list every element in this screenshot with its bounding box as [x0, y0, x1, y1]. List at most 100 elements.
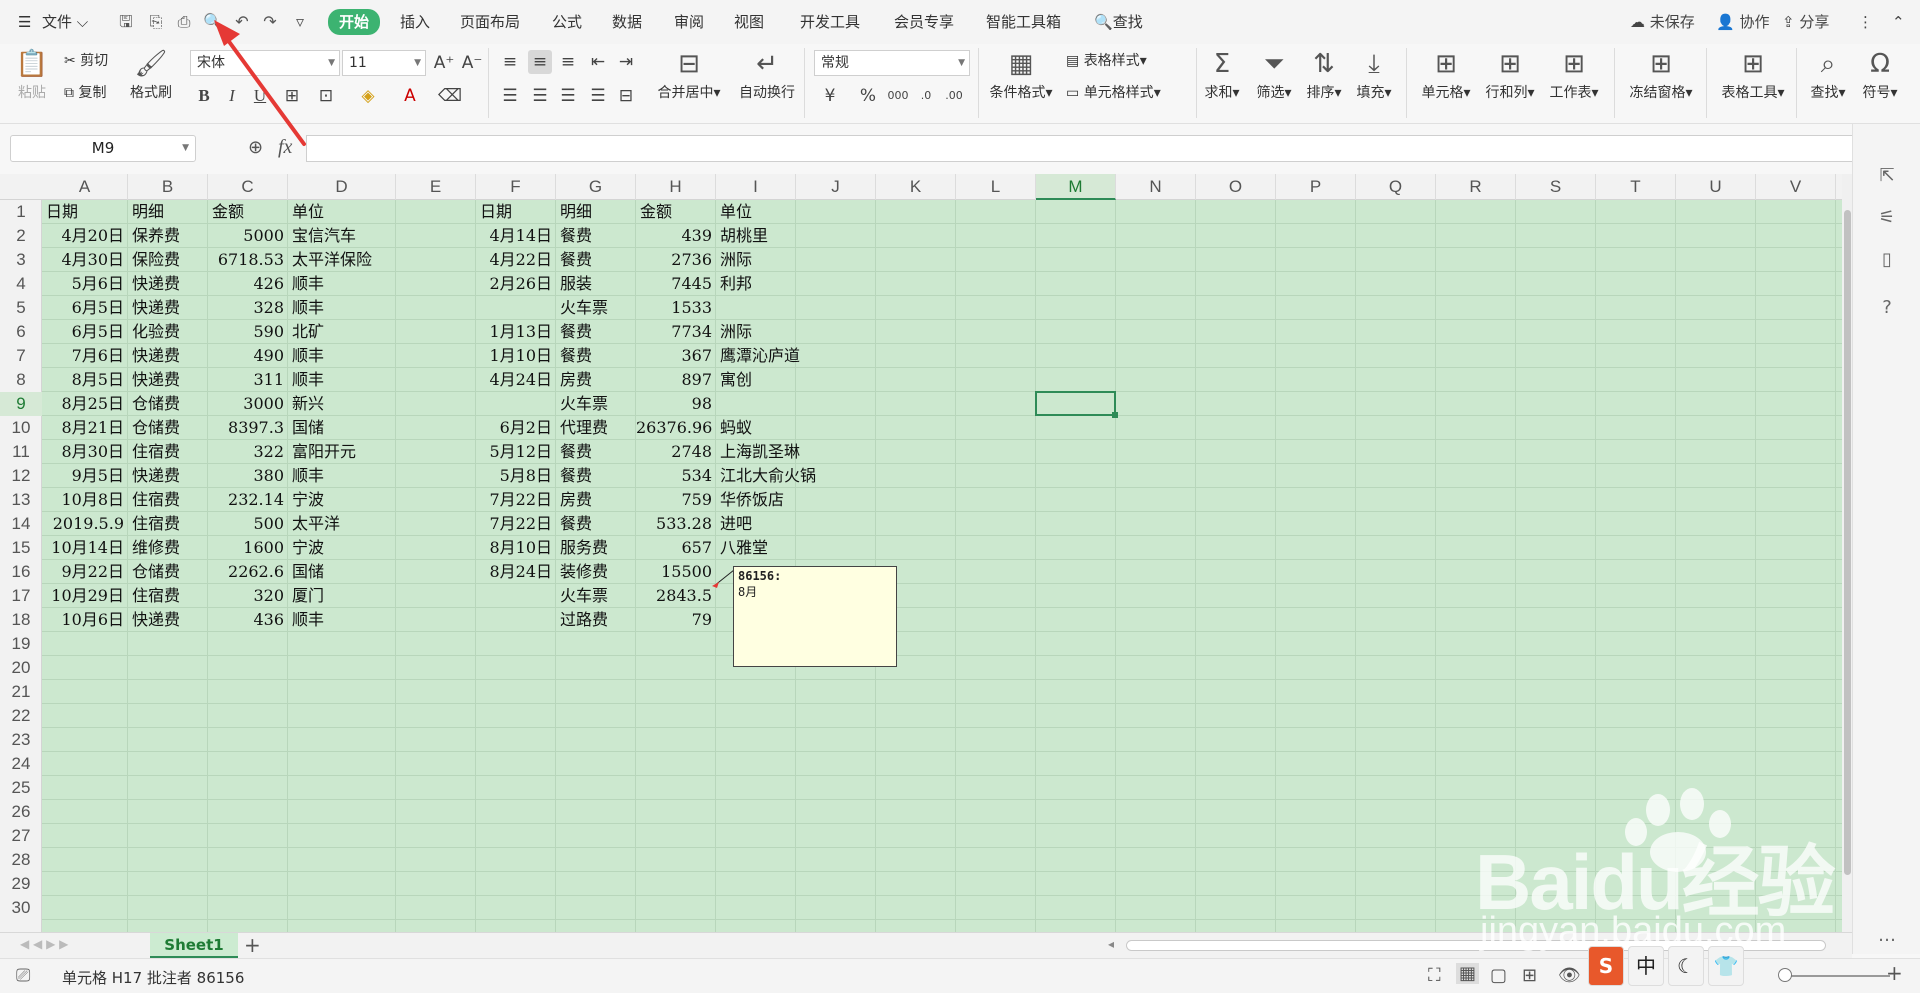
table-cell[interactable]: 保险费: [128, 248, 208, 272]
zoom-slider-handle[interactable]: [1778, 968, 1792, 982]
row-header-8[interactable]: 8: [0, 368, 42, 392]
fill-button[interactable]: ⤓ 填充▾: [1352, 46, 1396, 102]
row-header-5[interactable]: 5: [0, 296, 42, 320]
table-cell[interactable]: 火车票: [556, 392, 636, 416]
formula-input[interactable]: [306, 135, 1862, 162]
table-cell[interactable]: 快递费: [128, 464, 208, 488]
row-header-6[interactable]: 6: [0, 320, 42, 344]
font-color-icon[interactable]: A: [398, 84, 422, 108]
table-cell[interactable]: 利邦: [716, 272, 796, 296]
row-header-25[interactable]: 25: [0, 776, 42, 800]
decrease-indent-icon[interactable]: ⇤: [586, 50, 610, 74]
eraser-icon[interactable]: ⌫: [438, 84, 462, 108]
table-cell[interactable]: 590: [208, 320, 288, 344]
row-header-1[interactable]: 1: [0, 200, 42, 224]
table-cell[interactable]: 寓创: [716, 368, 796, 392]
table-cell[interactable]: 311: [208, 368, 288, 392]
column-header-h[interactable]: H: [636, 174, 716, 200]
table-cell[interactable]: 代理费: [556, 416, 636, 440]
table-cell[interactable]: 5月12日: [476, 440, 556, 464]
table-cell[interactable]: 北矿: [288, 320, 396, 344]
table-cell[interactable]: [476, 296, 556, 320]
table-cell[interactable]: [716, 296, 796, 320]
table-cell[interactable]: 8月30日: [42, 440, 128, 464]
column-header-j[interactable]: J: [796, 174, 876, 200]
table-cell[interactable]: 住宿费: [128, 512, 208, 536]
table-cell[interactable]: 顺丰: [288, 296, 396, 320]
row-header-10[interactable]: 10: [0, 416, 42, 440]
table-cell[interactable]: 上海凯圣琳: [716, 440, 800, 464]
ime-logo[interactable]: S: [1588, 946, 1624, 986]
table-cell[interactable]: 快递费: [128, 368, 208, 392]
table-cell[interactable]: 7月22日: [476, 512, 556, 536]
table-cell[interactable]: 8397.3: [208, 416, 288, 440]
cell-comment[interactable]: 86156: 8月: [733, 566, 897, 667]
row-header-4[interactable]: 4: [0, 272, 42, 296]
page-icon[interactable]: ▯: [1875, 248, 1899, 272]
format-painter-button[interactable]: 🖌 格式刷: [126, 46, 176, 102]
macro-record-icon[interactable]: ⎚: [16, 965, 30, 986]
table-cell[interactable]: 4月30日: [42, 248, 128, 272]
cut-button[interactable]: ✂ 剪切: [64, 50, 108, 72]
row-header-16[interactable]: 16: [0, 560, 42, 584]
tab-nav-arrows-icon[interactable]: ◀ ◀ ▶ ▶: [20, 937, 68, 951]
row-header-24[interactable]: 24: [0, 752, 42, 776]
ime-skin-icon[interactable]: 👕: [1708, 946, 1744, 986]
row-header-12[interactable]: 12: [0, 464, 42, 488]
column-header-r[interactable]: R: [1436, 174, 1516, 200]
table-cell[interactable]: 太平洋保险: [288, 248, 396, 272]
number-format-select[interactable]: 常规 ▼: [814, 50, 970, 76]
table-cell[interactable]: 2019.5.9: [42, 512, 128, 536]
table-cell[interactable]: 餐费: [556, 248, 636, 272]
adjust-icon[interactable]: ⚟: [1875, 206, 1899, 230]
table-header-cell[interactable]: 金额: [636, 200, 716, 224]
row-header-11[interactable]: 11: [0, 440, 42, 464]
table-cell[interactable]: 322: [208, 440, 288, 464]
file-menu[interactable]: 文件 ⌵: [42, 10, 88, 34]
table-cell[interactable]: 3000: [208, 392, 288, 416]
row-header-23[interactable]: 23: [0, 728, 42, 752]
ime-chinese-mode[interactable]: 中: [1628, 946, 1664, 986]
row-header-15[interactable]: 15: [0, 536, 42, 560]
table-cell[interactable]: 232.14: [208, 488, 288, 512]
table-cell[interactable]: 7月6日: [42, 344, 128, 368]
tab-insert[interactable]: 插入: [400, 10, 430, 34]
row-header-14[interactable]: 14: [0, 512, 42, 536]
table-cell[interactable]: 进吧: [716, 512, 796, 536]
more-menu-icon[interactable]: ⋮: [1858, 10, 1873, 34]
increase-indent-icon[interactable]: ⇥: [614, 50, 638, 74]
table-cell[interactable]: 436: [208, 608, 288, 632]
align-middle-icon[interactable]: ≡: [528, 50, 552, 74]
table-cell[interactable]: 餐费: [556, 464, 636, 488]
column-header-f[interactable]: F: [476, 174, 556, 200]
column-header-i[interactable]: I: [716, 174, 796, 200]
collab-button[interactable]: 👤 协作: [1716, 10, 1769, 34]
eye-protection-icon[interactable]: 👁: [1558, 965, 1581, 986]
zoom-in-icon[interactable]: +: [1886, 961, 1903, 985]
table-cell[interactable]: 顺丰: [288, 272, 396, 296]
table-cell[interactable]: 鹰潭沁庐道: [716, 344, 800, 368]
table-cell[interactable]: 320: [208, 584, 288, 608]
paste-button[interactable]: 📋 粘贴: [12, 46, 52, 102]
table-tools-button[interactable]: ⊞ 表格工具▾: [1716, 46, 1790, 102]
justify-icon[interactable]: ☰: [586, 84, 610, 108]
table-cell[interactable]: 住宿费: [128, 440, 208, 464]
normal-view-icon[interactable]: ▦: [1456, 963, 1480, 984]
table-cell[interactable]: 4月14日: [476, 224, 556, 248]
table-cell[interactable]: 759: [636, 488, 716, 512]
table-cell[interactable]: 534: [636, 464, 716, 488]
table-cell[interactable]: 快递费: [128, 608, 208, 632]
table-cell[interactable]: 1600: [208, 536, 288, 560]
table-cell[interactable]: 仓储费: [128, 392, 208, 416]
table-header-cell[interactable]: 单位: [288, 200, 396, 224]
table-cell[interactable]: 宁波: [288, 536, 396, 560]
row-header-7[interactable]: 7: [0, 344, 42, 368]
table-cell[interactable]: 仓储费: [128, 416, 208, 440]
table-cell[interactable]: 房费: [556, 488, 636, 512]
hamburger-icon[interactable]: ☰: [18, 10, 31, 34]
column-header-b[interactable]: B: [128, 174, 208, 200]
table-cell[interactable]: 快递费: [128, 272, 208, 296]
merge-icon[interactable]: ⊡: [314, 84, 338, 108]
column-header-p[interactable]: P: [1276, 174, 1356, 200]
increase-decimal-icon[interactable]: .0: [914, 84, 938, 108]
